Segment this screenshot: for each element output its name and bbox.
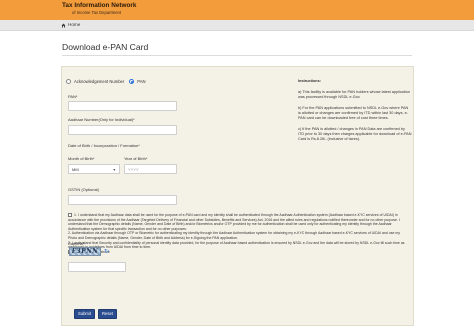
month-select-value: MM xyxy=(72,167,79,172)
consent-checkbox[interactable] xyxy=(68,213,72,217)
page-title: Download e-PAN Card xyxy=(62,42,149,52)
top-header-bar: Tax Information Network of Income Tax De… xyxy=(0,0,474,20)
instruction-c: c) If the PAN is allotted / changes in P… xyxy=(298,127,412,141)
chevron-down-icon: ▼ xyxy=(112,168,116,172)
month-label: Month of Birth* xyxy=(68,156,95,161)
gstin-input[interactable] xyxy=(68,195,177,205)
refresh-icon[interactable]: ↻ xyxy=(104,248,109,255)
consent-block: 1. I understand that my Aadhaar data sha… xyxy=(68,213,410,254)
instructions-panel: Instructions: a) This facility is availa… xyxy=(298,79,412,148)
pan-radio-label[interactable]: PAN xyxy=(137,79,145,84)
year-label: Year of Birth* xyxy=(124,156,148,161)
consent-item-1: 1. I understand that my Aadhaar data sha… xyxy=(68,213,410,231)
aadhaar-input[interactable] xyxy=(68,125,177,135)
brand-title: Tax Information Network xyxy=(62,2,137,9)
year-input[interactable]: YYYY xyxy=(124,164,177,174)
brand-subtitle: of Income Tax Department xyxy=(72,10,122,15)
title-divider xyxy=(62,55,412,56)
form-panel: Acknowledgement Number PAN PAN* Aadhaar … xyxy=(61,66,414,326)
home-icon[interactable] xyxy=(61,23,66,28)
ack-number-radio-label[interactable]: Acknowledgement Number xyxy=(74,79,124,84)
consent-text-1: 1. I understand that my Aadhaar data sha… xyxy=(68,213,400,231)
ack-number-radio[interactable] xyxy=(66,79,71,84)
instruction-b: b) For the PAN applications submitted to… xyxy=(298,106,409,120)
pan-label: PAN* xyxy=(68,94,78,99)
submit-button[interactable]: Submit xyxy=(74,309,95,319)
pan-radio[interactable] xyxy=(129,79,135,84)
brand-logo[interactable]: Tax Information Network of Income Tax De… xyxy=(62,2,136,15)
month-select[interactable]: MM ▼ xyxy=(68,164,120,174)
breadcrumb: Home xyxy=(0,20,474,31)
aadhaar-label: Aadhaar Number(Only for Individual)* xyxy=(68,117,135,122)
lookup-type-radio-group: Acknowledgement Number PAN xyxy=(66,79,151,84)
captcha-image: F3PNN xyxy=(69,247,101,256)
consent-item-check: I understand the above xyxy=(68,249,410,255)
instructions-heading: Instructions: xyxy=(298,79,321,83)
breadcrumb-home-link[interactable]: Home xyxy=(68,22,80,27)
captcha-label: Captcha* xyxy=(68,241,85,246)
consent-text-2: 2. Authentication via Aadhaar through OT… xyxy=(68,231,401,240)
gstin-label: GSTIN (Optional) xyxy=(68,187,99,192)
pan-input[interactable] xyxy=(68,101,177,111)
instruction-a: a) This facility is available for PAN ho… xyxy=(298,90,410,99)
captcha-input[interactable] xyxy=(68,262,126,272)
dob-label: Date of Birth / Incorporation / Formatio… xyxy=(68,143,140,148)
consent-text-3: 3. I understand that Security and confid… xyxy=(68,240,405,250)
reset-button[interactable]: Reset xyxy=(98,309,117,319)
